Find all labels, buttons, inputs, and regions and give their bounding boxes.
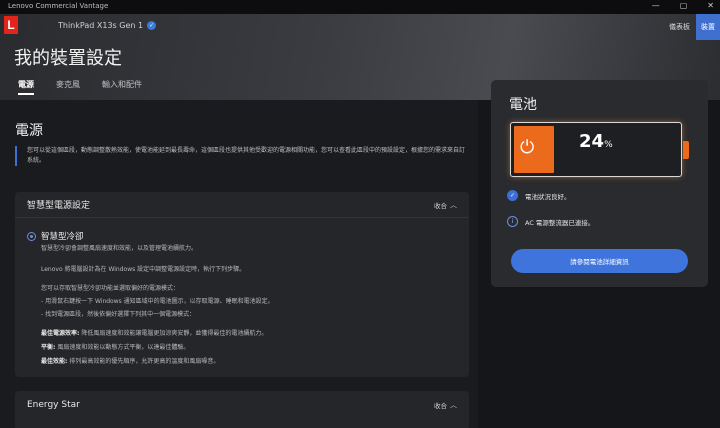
battery-tip bbox=[683, 141, 689, 159]
info-icon: i bbox=[507, 216, 518, 227]
ac-adapter-status: i AC 電源整流器已連接。 bbox=[507, 216, 594, 227]
info-line: - 找到電源區段，然後依偏好選擇下列其中一個電源模式： bbox=[41, 311, 196, 318]
battery-percent-value: 24 bbox=[579, 131, 605, 152]
energy-star-card: Energy Star 收合 ︿ bbox=[15, 391, 469, 428]
battery-panel: 電池 ⏻ 24% ✓ 電池狀況良好。 i AC 電源整流器已連接。 請參閱電池詳… bbox=[491, 80, 708, 287]
info-line: - 用滑鼠右鍵按一下 Windows 通知區域中的電池圖示，以存取電源、睡眠和電… bbox=[41, 298, 274, 305]
nav-dashboard[interactable]: 儀表板 bbox=[669, 22, 690, 32]
collapse-button[interactable]: 收合 ︿ bbox=[434, 200, 457, 210]
mode-line: 最佳電源效率: 降低風扇速度和效能讓電腦更加涼爽安靜，並獲得最佳的電池續航力。 bbox=[41, 328, 267, 337]
close-icon[interactable]: ✕ bbox=[707, 1, 714, 10]
battery-percent: 24% bbox=[579, 131, 613, 152]
mode-label: 最佳電源效率: bbox=[41, 330, 80, 337]
mode-label: 平衡: bbox=[41, 344, 56, 351]
device-selector[interactable]: ThinkPad X13s Gen 1 ✓ bbox=[58, 21, 157, 30]
battery-percent-unit: % bbox=[604, 140, 613, 150]
settings-tabs: 電源 麥克風 輸入和配件 bbox=[18, 79, 142, 95]
chevron-up-icon: ︿ bbox=[450, 200, 457, 209]
battery-title: 電池 bbox=[509, 97, 537, 113]
section-title: 電源 bbox=[15, 123, 43, 139]
section-description: 您可以從這個區段，動態調整散熱效能，使電池能延到最長壽命，這個區段也提供其他受歡… bbox=[15, 146, 465, 166]
device-name: ThinkPad X13s Gen 1 bbox=[58, 21, 144, 30]
option-title: 智慧型冷卻 bbox=[41, 232, 84, 242]
battery-health-status: ✓ 電池狀況良好。 bbox=[507, 190, 571, 201]
page-title: 我的裝置設定 bbox=[14, 48, 122, 69]
plug-icon: ⏻ bbox=[520, 137, 535, 158]
smart-power-card-header[interactable]: 智慧型電源設定 收合 ︿ bbox=[15, 192, 469, 218]
info-line: 您可以存取智慧型冷卻功能並選取偏好的電源模式： bbox=[41, 285, 180, 292]
chevron-up-icon: ︿ bbox=[450, 401, 457, 409]
battery-health-text: 電池狀況良好。 bbox=[525, 192, 571, 201]
mode-line: 最佳效能: 排列最高效能的優先順序，允許更高的溫度和風扇噪音。 bbox=[41, 356, 219, 365]
restore-icon[interactable]: ▢ bbox=[680, 1, 688, 10]
energy-star-card-header[interactable]: Energy Star 收合 ︿ bbox=[15, 391, 469, 419]
watermark-logo: L bbox=[4, 16, 18, 34]
mode-text: 風扇速度和效能以動態方式平衡，以達最佳體驗。 bbox=[57, 344, 190, 351]
smart-power-title: 智慧型電源設定 bbox=[27, 201, 91, 211]
collapse-label: 收合 bbox=[434, 201, 447, 210]
battery-details-button[interactable]: 請參閱電池詳細資訊 bbox=[511, 249, 688, 273]
energy-star-title: Energy Star bbox=[27, 400, 80, 410]
radio-icon[interactable] bbox=[27, 232, 36, 241]
smart-power-card: 智慧型電源設定 收合 ︿ 智慧型冷卻 智慧型冷卻會調整風扇速度和效能，以及管理電… bbox=[15, 192, 469, 377]
mode-text: 降低風扇速度和效能讓電腦更加涼爽安靜，並獲得最佳的電池續航力。 bbox=[81, 330, 268, 337]
minimize-icon[interactable]: — bbox=[652, 1, 660, 10]
option-subtitle: 智慧型冷卻會調整風扇速度和效能，以及管理電池續航力。 bbox=[41, 245, 198, 252]
check-circle-icon: ✓ bbox=[507, 190, 518, 201]
tab-input-accessories[interactable]: 輸入和配件 bbox=[102, 79, 142, 90]
title-bar: Lenovo Commercial Vantage — ▢ ✕ bbox=[0, 0, 720, 14]
main-content[interactable]: 電源 您可以從這個區段，動態調整散熱效能，使電池能延到最長壽命，這個區段也提供其… bbox=[0, 100, 478, 428]
ac-adapter-text: AC 電源整流器已連接。 bbox=[525, 218, 595, 227]
mode-line: 平衡: 風扇速度和效能以動態方式平衡，以達最佳體驗。 bbox=[41, 342, 189, 351]
mode-text: 排列最高效能的優先順序，允許更高的溫度和風扇噪音。 bbox=[69, 358, 220, 365]
verified-icon: ✓ bbox=[147, 21, 157, 30]
tab-microphone[interactable]: 麥克風 bbox=[56, 79, 80, 90]
info-line: Lenovo 將電腦設計為在 Windows 設定中調整電源設定時，執行下列步驟… bbox=[41, 266, 246, 273]
mode-label: 最佳效能: bbox=[41, 358, 68, 365]
logo-badge: L bbox=[4, 16, 18, 34]
window-controls: — ▢ ✕ bbox=[652, 1, 714, 10]
tab-power[interactable]: 電源 bbox=[18, 79, 34, 95]
collapse-button[interactable]: 收合 ︿ bbox=[434, 400, 457, 410]
nav-settings[interactable]: 裝置 bbox=[696, 14, 720, 40]
app-title: Lenovo Commercial Vantage bbox=[8, 2, 109, 10]
collapse-label: 收合 bbox=[434, 402, 447, 410]
battery-gauge: ⏻ 24% bbox=[510, 122, 682, 177]
